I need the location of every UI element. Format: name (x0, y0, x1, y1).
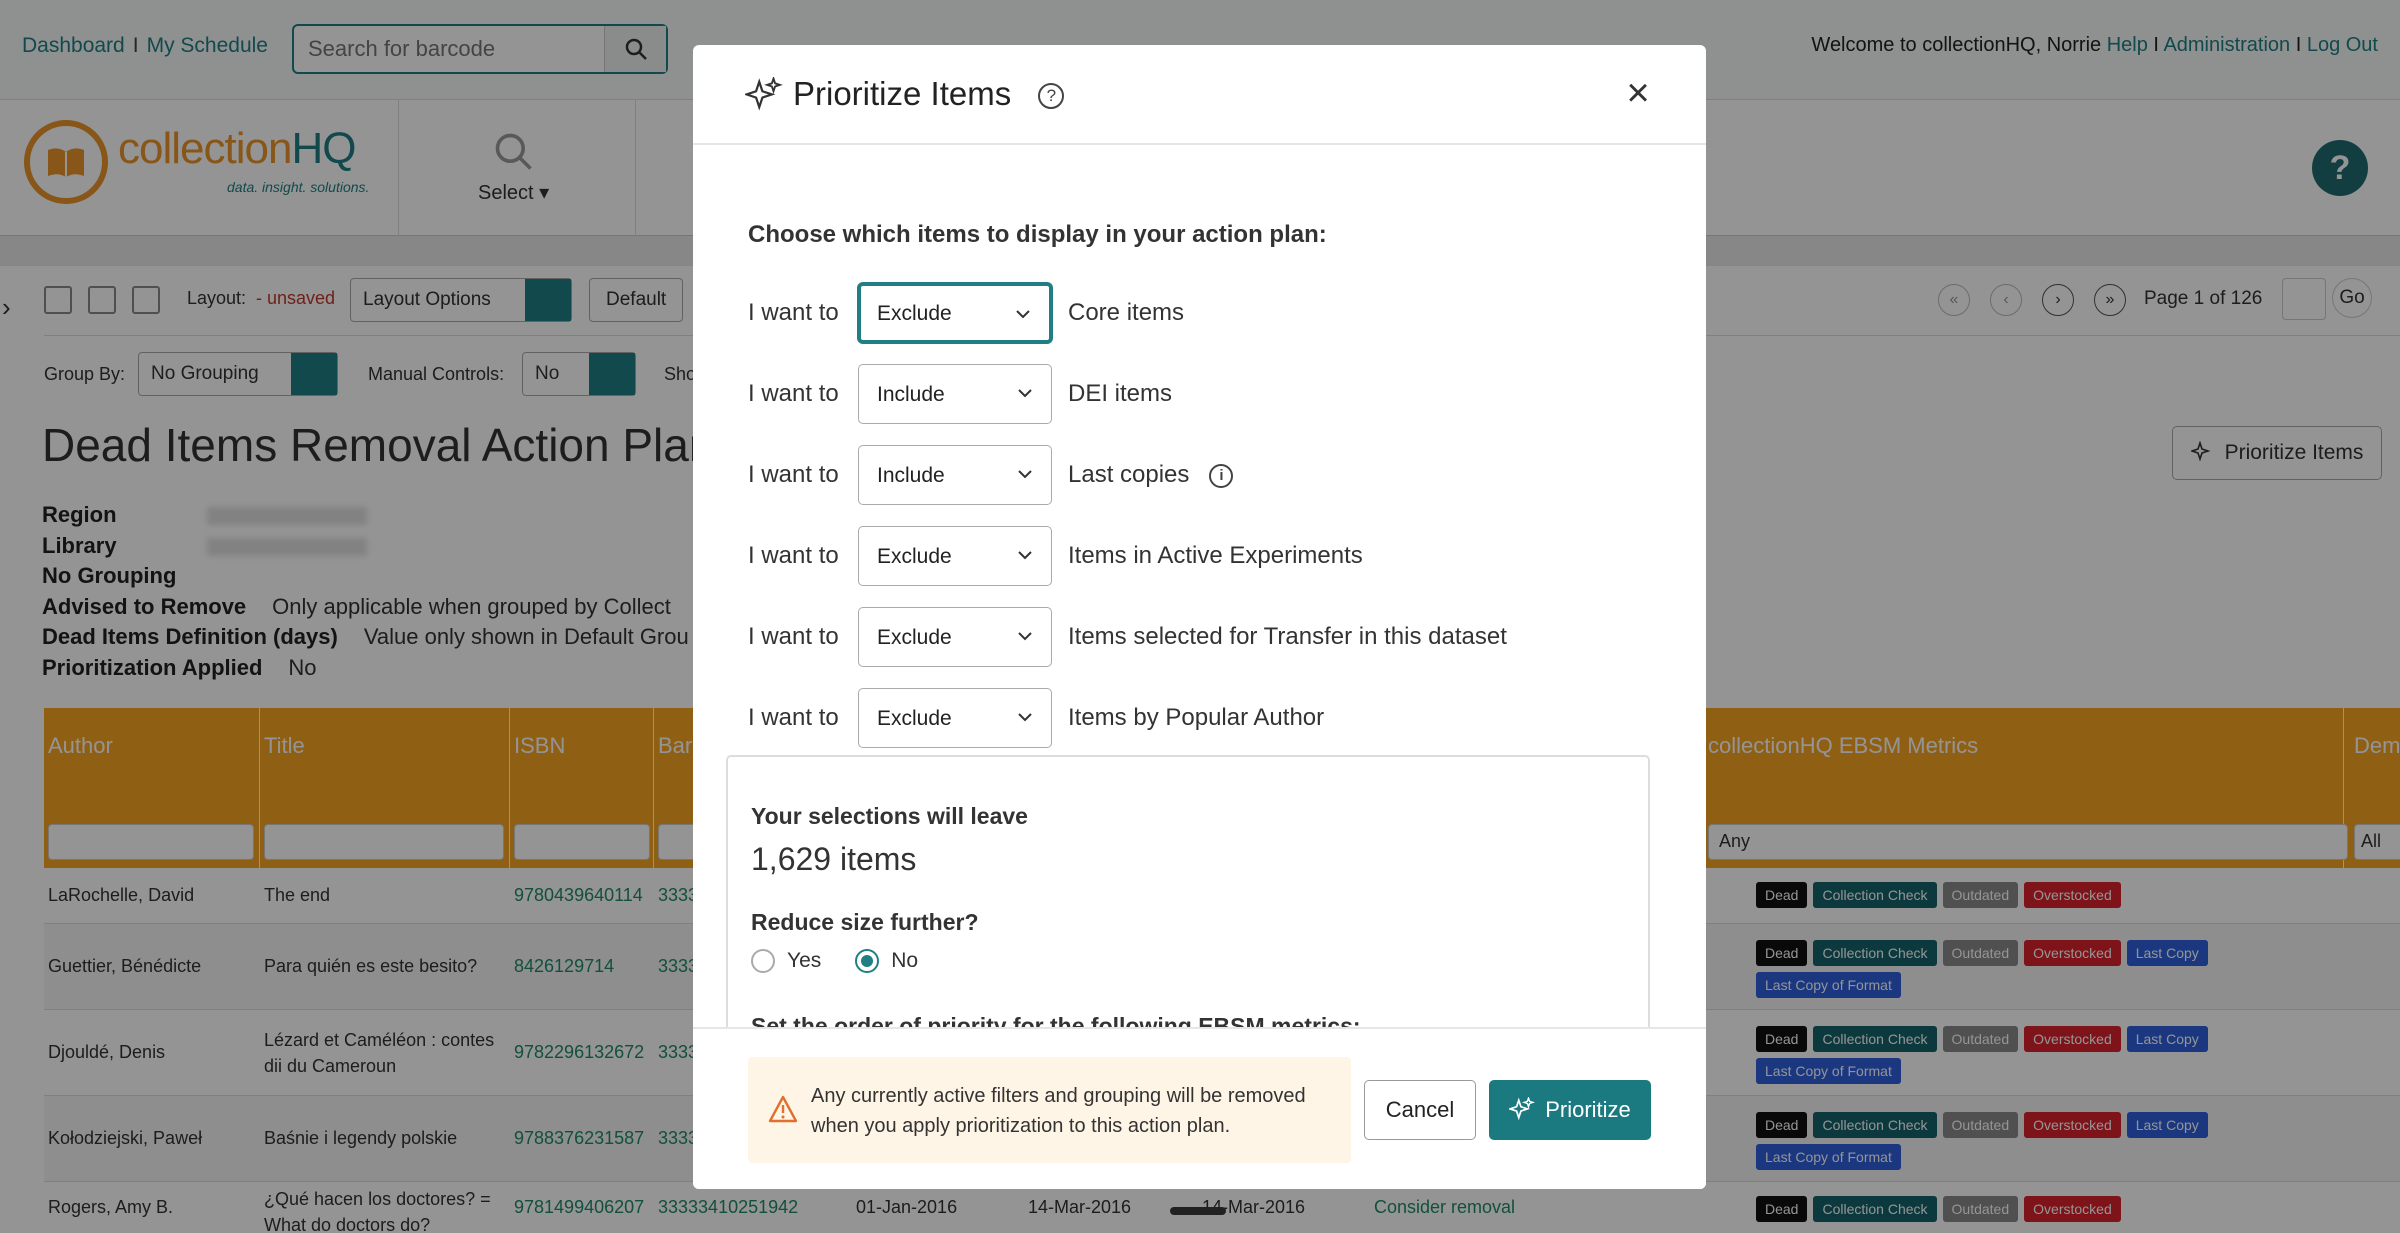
option-label: Items in Active Experiments (1068, 542, 1363, 569)
prioritize-button[interactable]: Prioritize (1489, 1080, 1651, 1140)
sparkle-icon (1509, 1097, 1536, 1121)
option-label: Items by Popular Author (1068, 704, 1325, 731)
dialog-title: Prioritize Items ? (793, 75, 1065, 113)
scroll-indicator (1170, 1207, 1226, 1215)
cancel-button[interactable]: Cancel (1364, 1080, 1476, 1140)
last-copies-select[interactable]: Include (858, 445, 1052, 505)
option-label: Core items (1068, 299, 1185, 326)
chevron-down-icon (1018, 389, 1032, 398)
chevron-down-icon (1016, 310, 1030, 319)
dialog-footer: Any currently active filters and groupin… (693, 1027, 1706, 1189)
option-row-dei-items: I want to Include DEI items (748, 364, 1648, 424)
option-label: DEI items (1068, 380, 1173, 407)
ebsm-order-label: Set the order of priority for the follow… (751, 1013, 1361, 1027)
chevron-down-icon (1018, 713, 1032, 722)
reduce-size-radio-group: Yes No (751, 949, 918, 973)
reduce-no-label[interactable]: No (891, 949, 918, 973)
option-row-core-items: I want to Exclude Core items (748, 283, 1648, 343)
option-row-active-experiments: I want to Exclude Items in Active Experi… (748, 526, 1648, 586)
i-want-to-label: I want to (748, 380, 839, 407)
dialog-header: Prioritize Items ? × (693, 45, 1706, 145)
core-items-select[interactable]: Exclude (858, 283, 1052, 343)
sparkle-icon (745, 77, 783, 111)
close-icon[interactable]: × (1618, 73, 1658, 113)
option-row-transfer: I want to Exclude Items selected for Tra… (748, 607, 1648, 667)
transfer-items-select[interactable]: Exclude (858, 607, 1052, 667)
warning-icon (768, 1095, 798, 1123)
info-icon[interactable]: i (1209, 463, 1234, 488)
reduce-no-radio[interactable] (855, 949, 880, 973)
instruction-text: Choose which items to display in your ac… (748, 221, 1327, 248)
i-want-to-label: I want to (748, 704, 839, 731)
option-label: Items selected for Transfer in this data… (1068, 623, 1507, 650)
summary-label: Your selections will leave (751, 803, 1028, 829)
i-want-to-label: I want to (748, 542, 839, 569)
selection-summary: Your selections will leave 1,629 items R… (726, 755, 1650, 1027)
active-experiments-select[interactable]: Exclude (858, 526, 1052, 586)
prioritize-items-dialog: Prioritize Items ? × Choose which items … (693, 45, 1706, 1189)
i-want-to-label: I want to (748, 623, 839, 650)
dialog-body: Choose which items to display in your ac… (693, 147, 1706, 1027)
warning-text: Any currently active filters and groupin… (811, 1085, 1306, 1137)
popular-author-select[interactable]: Exclude (858, 688, 1052, 748)
chevron-down-icon (1018, 470, 1032, 479)
warning-message: Any currently active filters and groupin… (748, 1057, 1351, 1163)
dei-items-select[interactable]: Include (858, 364, 1052, 424)
reduce-yes-label[interactable]: Yes (787, 949, 821, 973)
reduce-size-label: Reduce size further? (751, 909, 979, 935)
i-want-to-label: I want to (748, 299, 839, 326)
option-row-popular-author: I want to Exclude Items by Popular Autho… (748, 688, 1648, 748)
chevron-down-icon (1018, 632, 1032, 641)
chevron-down-icon (1018, 551, 1032, 560)
i-want-to-label: I want to (748, 461, 839, 488)
summary-count: 1,629 items (751, 841, 917, 877)
reduce-yes-radio[interactable] (751, 949, 775, 973)
option-row-last-copies: I want to Include Last copies i (748, 445, 1648, 505)
help-icon[interactable]: ? (1038, 83, 1065, 110)
option-label: Last copies i (1068, 461, 1234, 489)
